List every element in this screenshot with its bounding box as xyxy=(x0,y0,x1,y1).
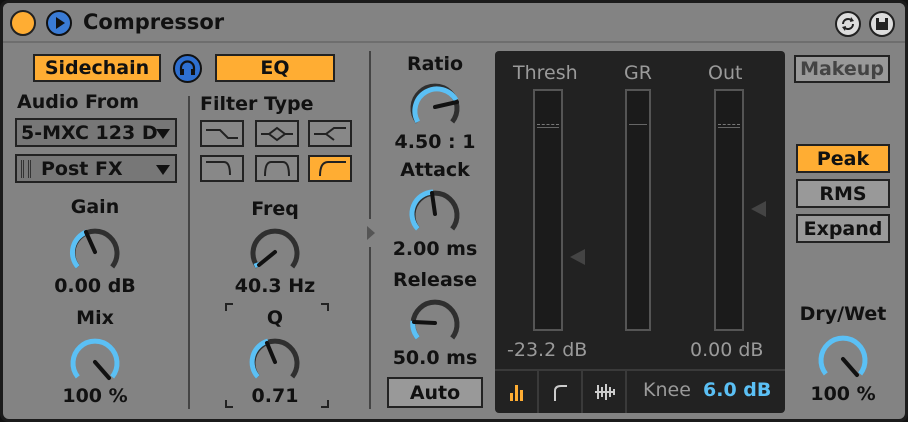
gr-label: GR xyxy=(624,62,652,84)
audio-from-label: Audio From xyxy=(17,91,139,113)
attack-knob[interactable] xyxy=(403,182,467,246)
post-fx-select[interactable]: Post FX xyxy=(15,154,177,183)
filter-type-label: Filter Type xyxy=(200,93,314,115)
freq-value: 40.3 Hz xyxy=(234,275,316,297)
collapsed-view-button[interactable] xyxy=(495,371,539,413)
attack-label: Attack xyxy=(400,159,470,181)
headphone-icon[interactable] xyxy=(173,54,202,83)
out-value: 0.00 dB xyxy=(690,339,764,361)
gr-meter xyxy=(625,89,651,331)
band-icon xyxy=(264,161,290,177)
divider xyxy=(369,51,371,219)
release-value: 50.0 ms xyxy=(392,347,478,369)
drywet-knob[interactable] xyxy=(811,327,875,391)
activity-view-button[interactable] xyxy=(583,371,627,413)
transfer-curve-icon xyxy=(554,385,567,401)
ratio-knob[interactable] xyxy=(403,75,467,139)
sidechain-button[interactable]: Sidechain xyxy=(33,54,161,82)
device-on-toggle[interactable] xyxy=(10,10,36,36)
freq-label: Freq xyxy=(251,198,299,220)
q-value: 0.71 xyxy=(251,385,299,407)
highpass-shelf-icon xyxy=(314,127,346,141)
drywet-label: Dry/Wet xyxy=(799,303,887,325)
attack-value: 2.00 ms xyxy=(392,238,478,260)
divider xyxy=(188,96,190,409)
rms-button[interactable]: RMS xyxy=(796,179,890,208)
knee-value[interactable]: 6.0 dB xyxy=(703,379,771,401)
auto-release-button[interactable]: Auto xyxy=(387,377,483,408)
filter-highpass-steep-button[interactable] xyxy=(308,155,352,182)
q-label: Q xyxy=(266,307,284,329)
makeup-button[interactable]: Makeup xyxy=(794,55,890,83)
device-title: Compressor xyxy=(83,10,225,34)
grip-icon xyxy=(21,160,31,178)
device-panel: Compressor Sidechain EQ Audio From 5-MXC… xyxy=(3,3,905,419)
hot-swap-icon[interactable] xyxy=(835,11,861,37)
post-fx-value: Post FX xyxy=(41,157,123,180)
mix-value: 100 % xyxy=(62,385,128,407)
compressor-device: Compressor Sidechain EQ Audio From 5-MXC… xyxy=(0,0,908,422)
dropdown-arrow-icon xyxy=(156,129,170,139)
meter-bars-icon xyxy=(510,385,523,401)
title-bar: Compressor xyxy=(3,3,905,43)
drywet-value: 100 % xyxy=(810,383,876,405)
ratio-value: 4.50 : 1 xyxy=(394,131,476,153)
thresh-slider-handle[interactable] xyxy=(567,247,587,267)
filter-lowpass-button[interactable] xyxy=(200,120,244,147)
display-toolbar: Knee 6.0 dB xyxy=(495,369,785,413)
eq-button[interactable]: EQ xyxy=(215,54,335,82)
audio-from-value: 5-MXC 123 D xyxy=(21,121,158,144)
mix-label: Mix xyxy=(76,307,114,329)
ratio-label: Ratio xyxy=(406,53,464,75)
makeup-slider-handle[interactable] xyxy=(748,199,768,219)
thresh-meter[interactable] xyxy=(533,89,563,331)
save-preset-icon[interactable] xyxy=(869,11,895,37)
gain-label: Gain xyxy=(70,196,120,218)
filter-lowpass-steep-button[interactable] xyxy=(200,155,244,182)
gain-value: 0.00 dB xyxy=(54,275,136,297)
peak-button[interactable]: Peak xyxy=(796,144,890,173)
thresh-value: -23.2 dB xyxy=(507,339,588,361)
out-label: Out xyxy=(708,62,743,84)
compressor-display: Thresh GR Out -23.2 dB 0.00 dB Knee 6.0 … xyxy=(495,51,785,413)
audio-from-select[interactable]: 5-MXC 123 D xyxy=(15,118,177,147)
divider xyxy=(369,247,371,409)
play-icon[interactable] xyxy=(46,10,72,36)
lowpass-icon xyxy=(206,129,238,139)
out-meter[interactable] xyxy=(714,89,744,331)
release-knob[interactable] xyxy=(403,291,467,355)
highpass-steep-icon xyxy=(319,161,346,177)
filter-highpass-button[interactable] xyxy=(308,120,352,147)
knee-label: Knee xyxy=(643,379,691,401)
lowpass-steep-icon xyxy=(206,161,231,176)
waveform-icon xyxy=(595,384,615,400)
bandpass-icon xyxy=(261,126,293,142)
filter-bandpass-button[interactable] xyxy=(255,120,299,147)
release-label: Release xyxy=(393,269,477,291)
expand-button[interactable]: Expand xyxy=(796,214,890,243)
filter-band-button[interactable] xyxy=(255,155,299,182)
transfer-curve-button[interactable] xyxy=(539,371,583,413)
dropdown-arrow-icon xyxy=(156,165,170,175)
thresh-label: Thresh xyxy=(513,62,578,84)
